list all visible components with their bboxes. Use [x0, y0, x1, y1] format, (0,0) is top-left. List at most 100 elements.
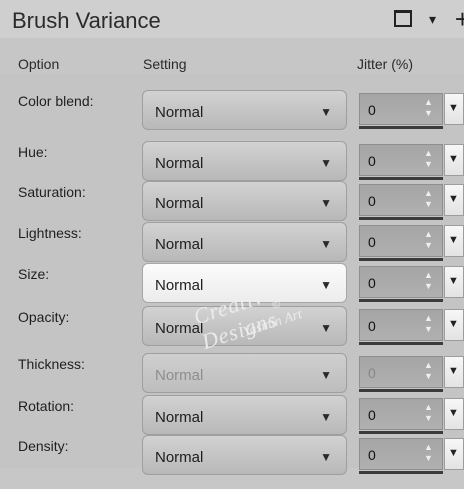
jitter-control[interactable]: 0 ▲ ▼ ▼ — [359, 309, 464, 345]
spinner-icon[interactable]: ▲ ▼ — [424, 402, 433, 424]
jitter-control[interactable]: 0 ▲ ▼ ▼ — [359, 225, 464, 261]
setting-column-header: Setting — [143, 56, 187, 72]
jitter-value: 0 — [368, 275, 376, 291]
chevron-down-icon: ▼ — [320, 410, 332, 424]
jitter-value: 0 — [368, 153, 376, 169]
jitter-slider-track — [359, 389, 443, 392]
option-label: Hue: — [18, 144, 48, 160]
chevron-down-icon: ▼ — [448, 275, 459, 287]
chevron-down-icon: ▼ — [320, 156, 332, 170]
spinner-icon[interactable]: ▲ ▼ — [424, 188, 433, 210]
jitter-value: 0 — [368, 193, 376, 209]
chevron-down-icon: ▼ — [448, 318, 459, 330]
spinner-icon[interactable]: ▲ ▼ — [424, 270, 433, 292]
chevron-down-icon: ▼ — [448, 407, 459, 419]
chevron-down-icon: ▼ — [448, 234, 459, 246]
chevron-down-icon: ▼ — [448, 193, 459, 205]
setting-dropdown: Normal ▼ — [142, 353, 347, 393]
brush-variance-panel: Brush Variance ▾ + Option Setting Jitter… — [0, 0, 464, 475]
jitter-input[interactable]: 0 ▲ ▼ — [359, 93, 443, 125]
jitter-input[interactable]: 0 ▲ ▼ — [359, 266, 443, 298]
jitter-dropdown-button[interactable]: ▼ — [444, 184, 464, 216]
option-label: Lightness: — [18, 225, 82, 241]
jitter-control[interactable]: 0 ▲ ▼ ▼ — [359, 144, 464, 180]
setting-dropdown[interactable]: Normal ▼ — [142, 395, 347, 435]
jitter-dropdown-button: ▼ — [444, 356, 464, 388]
jitter-value: 0 — [368, 234, 376, 250]
jitter-dropdown-button[interactable]: ▼ — [444, 438, 464, 470]
jitter-value: 0 — [368, 365, 376, 381]
jitter-input: 0 ▲ ▼ — [359, 356, 443, 388]
setting-dropdown[interactable]: Normal ▼ — [142, 306, 347, 346]
jitter-input[interactable]: 0 ▲ ▼ — [359, 438, 443, 470]
jitter-dropdown-button[interactable]: ▼ — [444, 144, 464, 176]
jitter-input[interactable]: 0 ▲ ▼ — [359, 398, 443, 430]
chevron-down-icon: ▼ — [448, 153, 459, 165]
setting-dropdown[interactable]: Normal ▼ — [142, 141, 347, 181]
setting-value: Normal — [155, 155, 204, 172]
setting-value: Normal — [155, 104, 204, 121]
option-label: Density: — [18, 438, 69, 454]
setting-dropdown[interactable]: Normal ▼ — [142, 263, 347, 303]
option-column-header: Option — [18, 56, 60, 72]
option-label: Color blend: — [18, 93, 94, 109]
spinner-icon[interactable]: ▲ ▼ — [424, 313, 433, 335]
jitter-slider-track[interactable] — [359, 177, 443, 180]
jitter-slider-track[interactable] — [359, 217, 443, 220]
chevron-down-icon[interactable]: ▾ — [429, 11, 436, 28]
chevron-down-icon: ▼ — [320, 196, 332, 210]
setting-value: Normal — [155, 449, 204, 466]
variance-row: Density: Normal ▼ 0 ▲ ▼ ▼ — [0, 435, 464, 489]
setting-value: Normal — [155, 409, 204, 426]
jitter-input[interactable]: 0 ▲ ▼ — [359, 184, 443, 216]
jitter-dropdown-button[interactable]: ▼ — [444, 309, 464, 341]
spinner-icon[interactable]: ▲ ▼ — [424, 148, 433, 170]
jitter-slider-track[interactable] — [359, 342, 443, 345]
jitter-slider-track[interactable] — [359, 258, 443, 261]
chevron-down-icon: ▼ — [448, 447, 459, 459]
panel-titlebar: Brush Variance ▾ + — [0, 0, 464, 38]
jitter-slider-track[interactable] — [359, 126, 443, 129]
jitter-input[interactable]: 0 ▲ ▼ — [359, 225, 443, 257]
jitter-dropdown-button[interactable]: ▼ — [444, 225, 464, 257]
jitter-input[interactable]: 0 ▲ ▼ — [359, 309, 443, 341]
option-label: Rotation: — [18, 398, 75, 414]
setting-value: Normal — [155, 195, 204, 212]
setting-dropdown[interactable]: Normal ▼ — [142, 181, 347, 221]
setting-dropdown[interactable]: Normal ▼ — [142, 90, 347, 130]
jitter-control[interactable]: 0 ▲ ▼ ▼ — [359, 398, 464, 434]
jitter-dropdown-button[interactable]: ▼ — [444, 266, 464, 298]
spinner-icon[interactable]: ▲ ▼ — [424, 97, 433, 119]
setting-dropdown[interactable]: Normal ▼ — [142, 222, 347, 262]
jitter-column-header: Jitter (%) — [357, 56, 413, 72]
jitter-slider-track[interactable] — [359, 299, 443, 302]
jitter-control: 0 ▲ ▼ ▼ — [359, 356, 464, 392]
jitter-value: 0 — [368, 407, 376, 423]
chevron-down-icon: ▼ — [448, 365, 459, 377]
chevron-down-icon: ▼ — [320, 368, 332, 382]
setting-value: Normal — [155, 367, 204, 384]
jitter-control[interactable]: 0 ▲ ▼ ▼ — [359, 438, 464, 474]
jitter-dropdown-button[interactable]: ▼ — [444, 398, 464, 430]
option-label: Opacity: — [18, 309, 70, 325]
option-label: Saturation: — [18, 184, 86, 200]
jitter-value: 0 — [368, 447, 376, 463]
jitter-dropdown-button[interactable]: ▼ — [444, 93, 464, 125]
plus-icon[interactable]: + — [455, 4, 464, 35]
chevron-down-icon: ▼ — [320, 237, 332, 251]
window-square-icon[interactable] — [394, 10, 412, 27]
jitter-value: 0 — [368, 102, 376, 118]
spinner-icon[interactable]: ▲ ▼ — [424, 229, 433, 251]
column-headers: Option Setting Jitter (%) — [0, 38, 464, 74]
jitter-control[interactable]: 0 ▲ ▼ ▼ — [359, 266, 464, 302]
jitter-slider-track[interactable] — [359, 431, 443, 434]
variance-row: Color blend: Normal ▼ 0 ▲ ▼ ▼ — [0, 90, 464, 144]
panel-title: Brush Variance — [12, 8, 161, 33]
jitter-input[interactable]: 0 ▲ ▼ — [359, 144, 443, 176]
jitter-control[interactable]: 0 ▲ ▼ ▼ — [359, 93, 464, 129]
chevron-down-icon: ▼ — [448, 102, 459, 114]
setting-dropdown[interactable]: Normal ▼ — [142, 435, 347, 475]
jitter-control[interactable]: 0 ▲ ▼ ▼ — [359, 184, 464, 220]
spinner-icon[interactable]: ▲ ▼ — [424, 442, 433, 464]
jitter-slider-track[interactable] — [359, 471, 443, 474]
